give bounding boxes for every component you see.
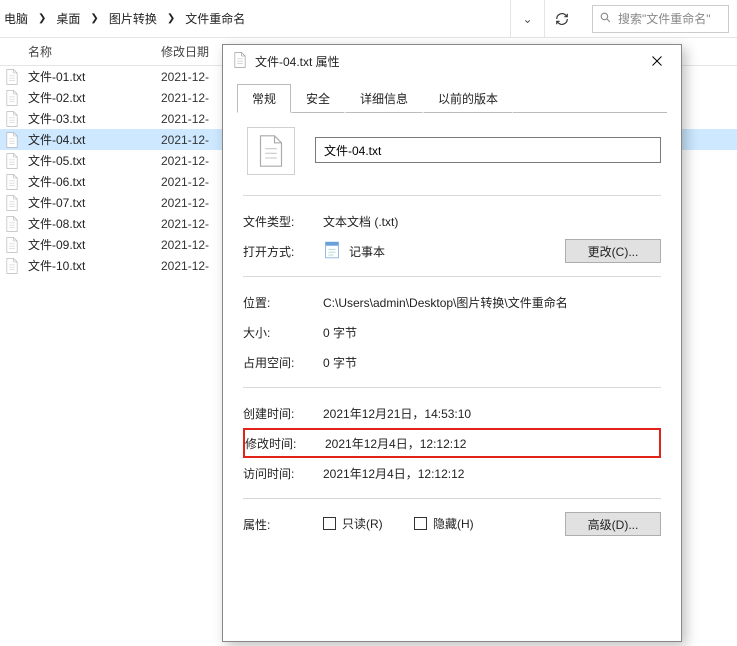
file-name: 文件-08.txt — [24, 215, 155, 232]
breadcrumb-segment[interactable]: 桌面 — [56, 10, 80, 27]
file-name: 文件-03.txt — [24, 110, 155, 127]
label-sizeondisk: 占用空间: — [243, 354, 323, 371]
value-modified: 2021年12月4日，12:12:12 — [325, 435, 659, 452]
label-filetype: 文件类型: — [243, 213, 323, 230]
value-location: C:\Users\admin\Desktop\图片转换\文件重命名 — [323, 294, 661, 311]
filename-input[interactable] — [315, 137, 661, 163]
value-size: 0 字节 — [323, 324, 661, 341]
tab-previous[interactable]: 以前的版本 — [423, 84, 513, 113]
separator — [243, 387, 661, 388]
change-button[interactable]: 更改(C)... — [565, 239, 661, 263]
search-input[interactable]: 搜索"文件重命名" — [592, 5, 729, 33]
file-icon — [0, 237, 24, 253]
breadcrumb-segment[interactable]: 电脑 — [4, 10, 28, 27]
breadcrumb[interactable]: 电脑 ❯ 桌面 ❯ 图片转换 ❯ 文件重命名 — [0, 0, 510, 37]
separator — [243, 276, 661, 277]
value-created: 2021年12月21日，14:53:10 — [323, 405, 661, 422]
file-name: 文件-01.txt — [24, 68, 155, 85]
label-accessed: 访问时间: — [243, 465, 323, 482]
file-type-icon — [247, 127, 295, 175]
tab-pane-general: 文件类型: 文本文档 (.txt) 打开方式: 记事本 更改(C)... 位置:… — [237, 113, 667, 539]
tab-security[interactable]: 安全 — [291, 84, 345, 113]
file-name: 文件-10.txt — [24, 257, 155, 274]
label-openwith: 打开方式: — [243, 243, 323, 260]
label-attributes: 属性: — [243, 516, 323, 533]
file-icon — [0, 132, 24, 148]
label-location: 位置: — [243, 294, 323, 311]
highlight-modified: 修改时间: 2021年12月4日，12:12:12 — [243, 428, 661, 458]
file-icon — [0, 258, 24, 274]
file-icon — [0, 195, 24, 211]
address-dropdown-button[interactable]: ⌄ — [510, 0, 544, 37]
checkbox-icon — [323, 517, 336, 530]
search-placeholder: 搜索"文件重命名" — [618, 10, 711, 27]
file-icon — [0, 216, 24, 232]
file-name: 文件-05.txt — [24, 152, 155, 169]
checkbox-icon — [414, 517, 427, 530]
file-icon — [0, 174, 24, 190]
checkbox-readonly-label: 只读(R) — [342, 515, 383, 532]
label-size: 大小: — [243, 324, 323, 341]
value-openwith: 记事本 — [349, 243, 385, 260]
file-name: 文件-02.txt — [24, 89, 155, 106]
dialog-title: 文件-04.txt 属性 — [255, 53, 637, 70]
file-name: 文件-06.txt — [24, 173, 155, 190]
chevron-right-icon: ❯ — [32, 13, 52, 24]
breadcrumb-segment[interactable]: 文件重命名 — [185, 10, 245, 27]
separator — [243, 498, 661, 499]
value-sizeondisk: 0 字节 — [323, 354, 661, 371]
search-icon — [599, 11, 612, 27]
tab-details[interactable]: 详细信息 — [345, 84, 423, 113]
checkbox-hidden[interactable]: 隐藏(H) — [414, 515, 474, 532]
column-name[interactable]: 名称 — [0, 43, 155, 60]
file-icon — [0, 90, 24, 106]
refresh-button[interactable] — [544, 0, 578, 37]
address-bar: 电脑 ❯ 桌面 ❯ 图片转换 ❯ 文件重命名 ⌄ 搜索"文件重命名" — [0, 0, 737, 38]
file-name: 文件-04.txt — [24, 131, 155, 148]
dialog-titlebar[interactable]: 文件-04.txt 属性 — [223, 45, 681, 77]
advanced-button[interactable]: 高级(D)... — [565, 512, 661, 536]
checkbox-readonly[interactable]: 只读(R) — [323, 515, 383, 532]
breadcrumb-segment[interactable]: 图片转换 — [109, 10, 157, 27]
label-modified: 修改时间: — [245, 435, 325, 452]
file-name: 文件-07.txt — [24, 194, 155, 211]
chevron-right-icon: ❯ — [161, 13, 181, 24]
value-accessed: 2021年12月4日，12:12:12 — [323, 465, 661, 482]
notepad-icon — [323, 240, 341, 263]
separator — [243, 195, 661, 196]
value-filetype: 文本文档 (.txt) — [323, 213, 661, 230]
file-name: 文件-09.txt — [24, 236, 155, 253]
file-icon — [0, 69, 24, 85]
label-created: 创建时间: — [243, 405, 323, 422]
tab-general[interactable]: 常规 — [237, 84, 291, 113]
file-icon — [0, 111, 24, 127]
properties-dialog: 文件-04.txt 属性 常规 安全 详细信息 以前的版本 文件类型: 文本文档… — [222, 44, 682, 642]
chevron-right-icon: ❯ — [84, 13, 104, 24]
file-icon — [0, 153, 24, 169]
tab-strip: 常规 安全 详细信息 以前的版本 — [237, 85, 667, 113]
file-icon — [233, 52, 255, 71]
close-button[interactable] — [637, 45, 677, 77]
checkbox-hidden-label: 隐藏(H) — [433, 515, 474, 532]
